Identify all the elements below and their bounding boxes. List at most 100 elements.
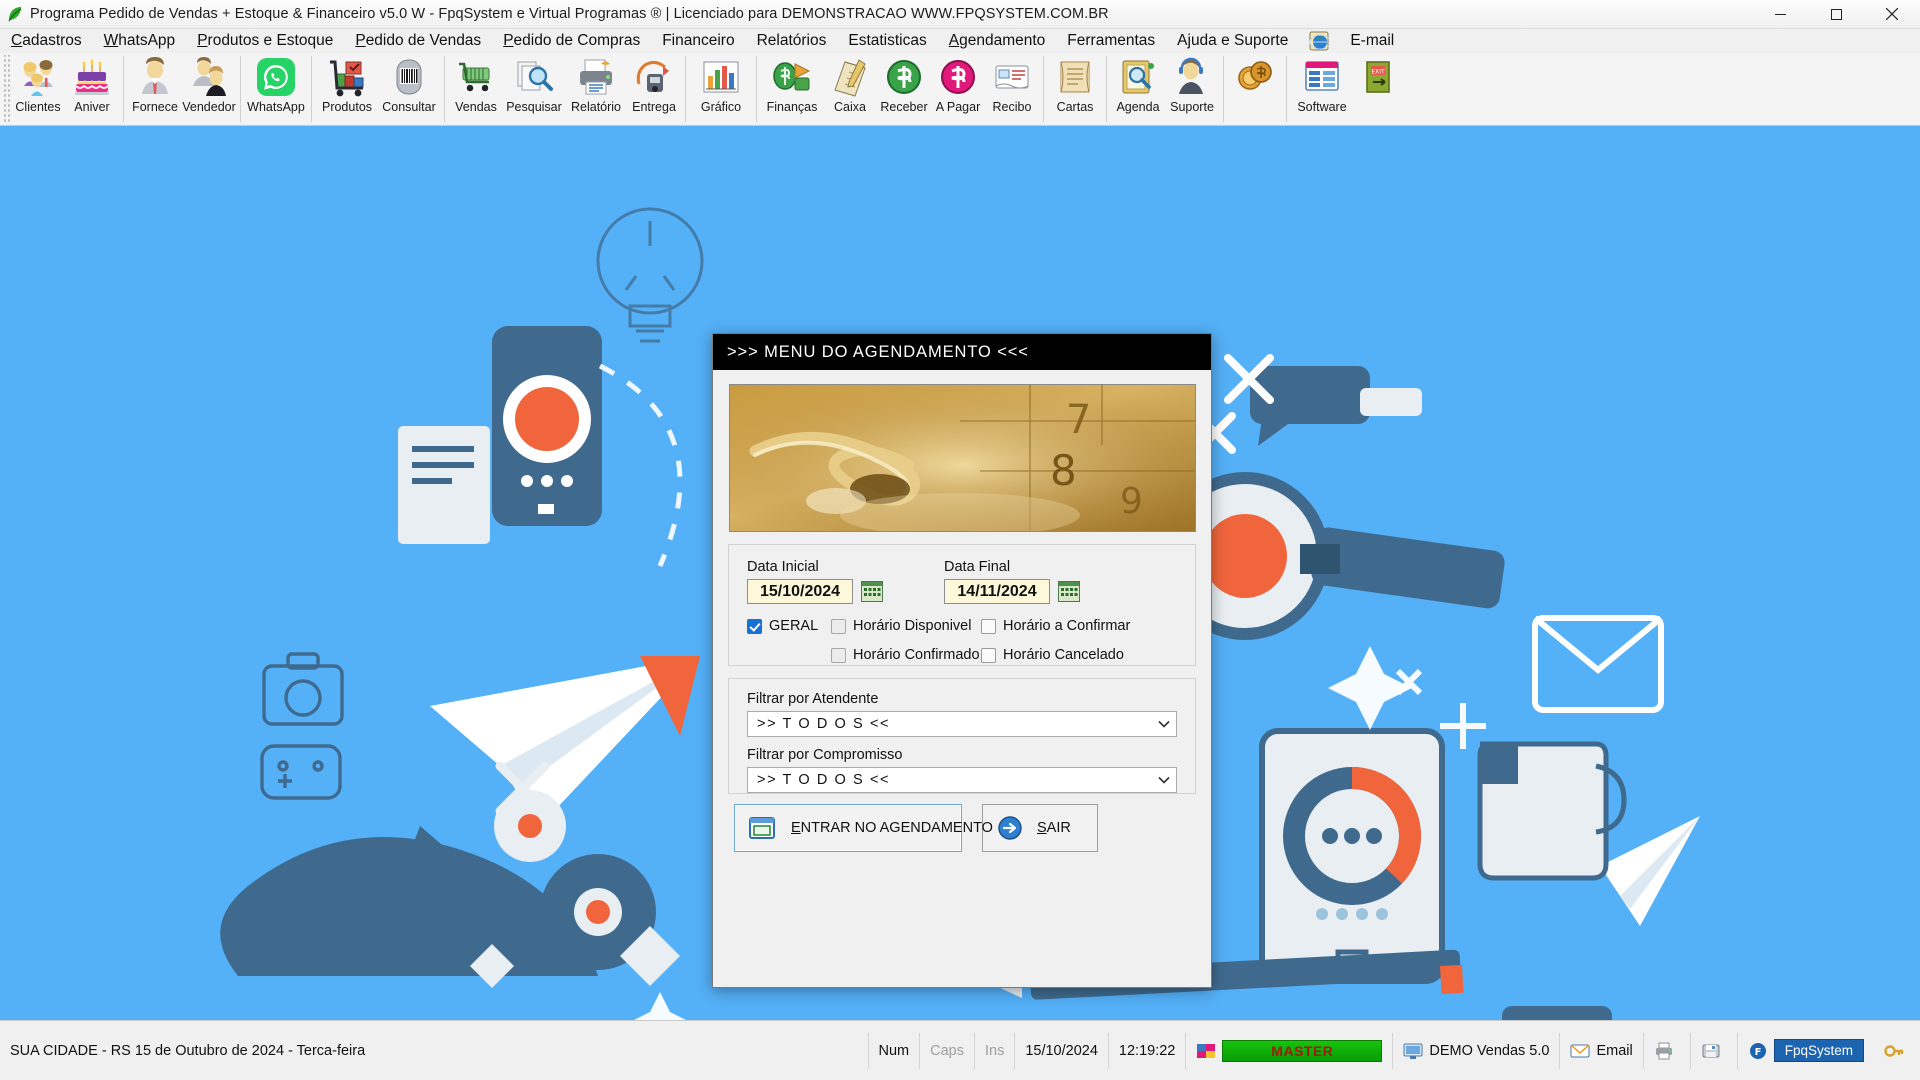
dialog-actions: ENTRAR NO AGENDAMENTO SAIR bbox=[728, 804, 1196, 852]
toolbar-button-agenda[interactable]: Agenda bbox=[1111, 53, 1165, 123]
checkbox-horario-confirmado[interactable]: Horário Confirmado bbox=[831, 647, 981, 663]
menu-item-email[interactable]: E-mail bbox=[1339, 31, 1405, 51]
checkbox-box bbox=[981, 618, 996, 634]
toolbar-button-clientes[interactable]: Clientes bbox=[11, 53, 65, 123]
status-printer-cell[interactable] bbox=[1644, 1032, 1691, 1069]
agenda-search-icon bbox=[1117, 56, 1159, 98]
toolbar-button-grafico[interactable]: Gráfico bbox=[690, 53, 752, 123]
compromisso-filter-label: Filtrar por Compromisso bbox=[747, 747, 903, 763]
status-email-cell[interactable]: Email bbox=[1560, 1032, 1644, 1069]
checkbox-horario-cancelado[interactable]: Horário Cancelado bbox=[981, 647, 1141, 663]
status-caps: Caps bbox=[920, 1032, 975, 1069]
toolbar-button-cartas[interactable]: Cartas bbox=[1048, 53, 1102, 123]
compromisso-filter-group: >> T O D O S << bbox=[747, 767, 1177, 793]
dialog-title: >>> MENU DO AGENDAMENTO <<< bbox=[727, 342, 1029, 361]
toolbar-button-suporte[interactable]: Suporte bbox=[1165, 53, 1219, 123]
toolbar-group-grafico: Gráfico bbox=[690, 53, 752, 124]
menu-item-cadastros[interactable]: CCadastrosadastros bbox=[0, 31, 93, 51]
menu-item-financeiro[interactable]: Financeiro bbox=[651, 31, 745, 51]
end-date-input[interactable]: 14/11/2024 bbox=[944, 579, 1050, 604]
minimize-icon[interactable] bbox=[1752, 0, 1808, 29]
calendar-picker-icon[interactable] bbox=[1058, 581, 1080, 602]
checkbox-label: Horário Confirmado bbox=[853, 647, 980, 663]
menu-item-relatorios[interactable]: Relatórios bbox=[746, 31, 838, 51]
toolbar-grip[interactable] bbox=[2, 55, 11, 124]
status-master-badge: MASTER bbox=[1222, 1039, 1383, 1062]
receive-dollar-icon bbox=[883, 56, 925, 98]
toolbar-button-aniver[interactable]: Aniver bbox=[65, 53, 119, 123]
toolbar-button-relatorio[interactable]: Relatório bbox=[565, 53, 627, 123]
bar-chart-icon bbox=[700, 56, 742, 98]
support-person-icon bbox=[1171, 56, 1213, 98]
menu-item-produtos-estoque[interactable]: Produtos e Estoque bbox=[186, 31, 344, 51]
backup-icon bbox=[1701, 1041, 1721, 1061]
toolbar-separator bbox=[311, 56, 312, 122]
toolbar-button-entrega[interactable]: Entrega bbox=[627, 53, 681, 123]
globe-icon[interactable] bbox=[1299, 31, 1339, 51]
demo-monitor-icon bbox=[1403, 1041, 1423, 1061]
menu-item-estatisticas[interactable]: Estatisticas bbox=[837, 31, 937, 51]
toolbar-button-fornece[interactable]: Fornece bbox=[128, 53, 182, 123]
toolbar-button-vendas[interactable]: Vendas bbox=[449, 53, 503, 123]
status-checkbox-grid: GERAL Horário Disponivel Horário a Confi… bbox=[747, 618, 1177, 663]
toolbar-button-apagar[interactable]: A Pagar bbox=[931, 53, 985, 123]
checkbox-horario-disponivel[interactable]: Horário Disponivel bbox=[831, 618, 981, 634]
desktop-background: 17 >>> MENU DO AGENDAMENTO <<< bbox=[0, 126, 1920, 1020]
sair-button[interactable]: SAIR bbox=[982, 804, 1098, 852]
svg-text:F: F bbox=[1754, 1047, 1761, 1058]
toolbar-label: Relatório bbox=[570, 100, 622, 114]
close-icon[interactable] bbox=[1864, 0, 1920, 29]
status-num: Num bbox=[869, 1032, 921, 1069]
master-flag-icon bbox=[1196, 1041, 1216, 1061]
compromisso-filter-select[interactable]: >> T O D O S << bbox=[747, 767, 1177, 793]
toolbar-button-consultar[interactable]: Consultar bbox=[378, 53, 440, 123]
maximize-icon[interactable] bbox=[1808, 0, 1864, 29]
checkbox-label: GERAL bbox=[769, 618, 819, 634]
window-titlebar: Programa Pedido de Vendas + Estoque & Fi… bbox=[0, 0, 1920, 29]
toolbar-label: Caixa bbox=[834, 100, 866, 114]
menu-item-whatsapp[interactable]: WhatsApp bbox=[93, 31, 187, 51]
status-location: SUA CIDADE - RS 15 de Outubro de 2024 - … bbox=[0, 1032, 869, 1069]
start-date-input[interactable]: 15/10/2024 bbox=[747, 579, 853, 604]
toolbar-label: Gráfico bbox=[700, 100, 742, 114]
toolbar-label: Finanças bbox=[766, 100, 818, 114]
checkbox-geral[interactable]: GERAL bbox=[747, 618, 831, 634]
toolbar-separator bbox=[1106, 56, 1107, 122]
start-date-group: Data Inicial 15/10/2024 bbox=[747, 559, 883, 604]
atendente-filter-select[interactable]: >> T O D O S << bbox=[747, 711, 1177, 737]
status-brand-cell[interactable]: F FpqSystem bbox=[1738, 1033, 1874, 1069]
toolbar-label: Consultar bbox=[382, 100, 436, 114]
toolbar-button-financas[interactable]: Finanças bbox=[761, 53, 823, 123]
toolbar-button-whatsapp[interactable]: WhatsApp bbox=[245, 53, 307, 123]
checkbox-horario-a-confirmar[interactable]: Horário a Confirmar bbox=[981, 618, 1141, 634]
status-key-cell[interactable] bbox=[1874, 1033, 1920, 1069]
toolbar-button-caixa[interactable]: Caixa bbox=[823, 53, 877, 123]
menu-item-agendamento[interactable]: Agendamento bbox=[938, 31, 1057, 51]
menu-item-ferramentas[interactable]: Ferramentas bbox=[1056, 31, 1166, 51]
toolbar-button-pesquisar[interactable]: Pesquisar bbox=[503, 53, 565, 123]
toolbar-group-coins bbox=[1228, 53, 1282, 124]
toolbar-group-agenda: Agenda Suporte bbox=[1111, 53, 1219, 124]
toolbar-button-recibo[interactable]: Recibo bbox=[985, 53, 1039, 123]
menu-item-ajuda-suporte[interactable]: Ajuda e Suporte bbox=[1166, 31, 1299, 51]
toolbar-button-vendedor[interactable]: Vendedor bbox=[182, 53, 236, 123]
toolbar-button-coins[interactable] bbox=[1228, 53, 1282, 123]
receipt-icon bbox=[991, 56, 1033, 98]
entrar-agendamento-button[interactable]: ENTRAR NO AGENDAMENTO bbox=[734, 804, 993, 852]
toolbar-button-produtos[interactable]: Produtos bbox=[316, 53, 378, 123]
calendar-picker-icon[interactable] bbox=[861, 581, 883, 602]
chevron-down-icon[interactable] bbox=[1158, 711, 1170, 737]
menu-item-pedido-vendas[interactable]: Pedido de Vendas bbox=[344, 31, 492, 51]
menu-item-pedido-compras[interactable]: Pedido de Compras bbox=[492, 31, 651, 51]
checkbox-label: Horário a Confirmar bbox=[1003, 618, 1131, 634]
email-icon bbox=[1570, 1041, 1590, 1061]
status-backup-cell[interactable] bbox=[1691, 1032, 1738, 1069]
toolbar-button-receber[interactable]: Receber bbox=[877, 53, 931, 123]
salesperson-icon bbox=[188, 56, 230, 98]
status-master-cell: MASTER bbox=[1186, 1032, 1394, 1069]
checkbox-box bbox=[747, 618, 762, 634]
toolbar-label: WhatsApp bbox=[247, 100, 305, 114]
toolbar-button-exit[interactable]: EXIT bbox=[1353, 53, 1407, 123]
chevron-down-icon[interactable] bbox=[1158, 767, 1170, 793]
toolbar-button-software[interactable]: Software bbox=[1291, 53, 1353, 123]
